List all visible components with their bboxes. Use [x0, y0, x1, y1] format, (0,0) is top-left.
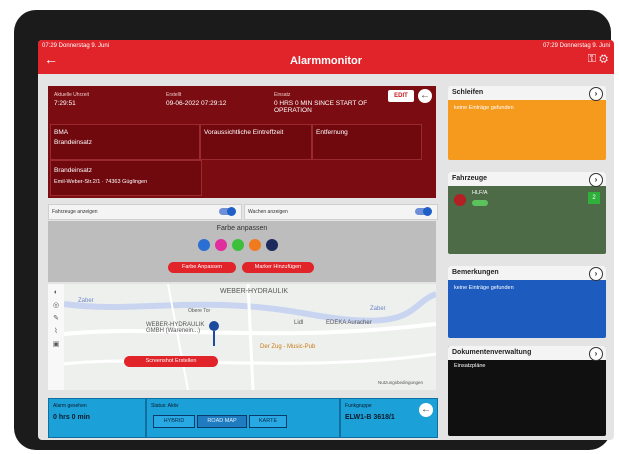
map-type-hybrid[interactable]: HYBRID [153, 415, 195, 428]
color-swatch-navy[interactable] [266, 239, 278, 251]
edit-button[interactable]: EDIT [388, 90, 414, 102]
back-circle-icon[interactable]: ← [419, 403, 433, 417]
toggle-vehicles-label: Fahrzeuge anzeigen [52, 209, 98, 215]
map-tool-icon[interactable]: ⌇ [48, 327, 64, 335]
app-screen: 07:29 Donnerstag 9. Juni 07:29 Donnersta… [38, 40, 614, 440]
remarks-title: Bemerkungen › [448, 266, 606, 281]
map-type-karte[interactable]: KARTE [249, 415, 287, 428]
add-marker-button[interactable]: Marker Hinzufügen [242, 262, 314, 273]
page-title: Alarmmonitor [289, 55, 363, 67]
radio-group-label: Funkgruppe [345, 403, 372, 409]
remarks-card: Bemerkungen › keine Einträge gefunden [448, 266, 606, 338]
map-label: Zaber [370, 306, 386, 312]
map-type-roadmap[interactable]: ROAD MAP [197, 415, 247, 428]
chevron-right-icon[interactable]: › [589, 87, 603, 101]
radio-group-value: ELW1-B 3618/1 [345, 414, 395, 421]
documents-title: Dokumentenverwaltung › [448, 346, 606, 361]
apply-color-button[interactable]: Farbe Anpassen [168, 262, 236, 273]
documents-subtitle: Einsatzpläne [454, 363, 486, 369]
alarm-seen-box: Alarm gesehen 0 hrs 0 min [48, 398, 146, 438]
vehicle-name: HLF/A [472, 190, 488, 196]
status-bar-time-right: 07:29 Donnerstag 9. Juni [542, 43, 610, 49]
vehicles-card: Fahrzeuge › HLF/A 2 [448, 172, 606, 254]
documents-card: Dokumentenverwaltung › Einsatzpläne [448, 346, 606, 436]
map-tools: ◐ ◎ ✎ ⌇ ▣ [48, 284, 64, 390]
distance-label: Entfernung [316, 129, 348, 136]
map-roads [63, 284, 436, 390]
current-time: 7:29:51 [54, 100, 76, 107]
current-time-label: Aktuelle Uhrzeit [54, 92, 90, 98]
created-value: 09-06-2022 07:29:12 [166, 100, 227, 107]
distance-cell: Entfernung [312, 124, 422, 160]
eta-cell: Voraussichtliche Eintreffzeit [200, 124, 312, 160]
screenshot-button[interactable]: Screenshot Erstellen [124, 356, 218, 367]
fire-truck-icon [454, 194, 466, 206]
map-tool-icon[interactable]: ▣ [48, 340, 64, 348]
vehicle-status-pill [472, 200, 488, 206]
map-label: Lidl [294, 320, 304, 326]
color-title: Farbe anpassen [216, 225, 268, 232]
app-header: 07:29 Donnerstag 9. Juni 07:29 Donnersta… [38, 40, 614, 74]
map-tool-icon[interactable]: ◎ [48, 301, 64, 309]
color-swatch-orange[interactable] [249, 239, 261, 251]
bma-value: Brandeinsatz [54, 139, 92, 146]
map-label: Obere Tor [188, 308, 211, 314]
status-label: Status: Aktiv [151, 403, 179, 409]
map-label: WEBER-HYDRAULIK [220, 288, 289, 295]
map-view[interactable]: ◐ ◎ ✎ ⌇ ▣ WEBER-HYDRAULIK Zaber Zaber WE… [48, 284, 436, 390]
toggle-stations-label: Wachen anzeigen [248, 209, 288, 215]
alarm-seen-label: Alarm gesehen [53, 403, 87, 409]
map-terms-link[interactable]: Nutzungsbedingungen [378, 380, 423, 385]
tablet-frame: 07:29 Donnerstag 9. Juni 07:29 Donnersta… [14, 10, 614, 450]
bma-cell: BMA Brandeinsatz [50, 124, 200, 160]
alarm-seen-value: 0 hrs 0 min [53, 414, 90, 421]
bma-label: BMA [54, 129, 69, 136]
loops-empty: keine Einträge gefunden [454, 105, 514, 111]
stations-switch[interactable] [415, 207, 432, 216]
loops-title: Schleifen › [448, 86, 606, 101]
deployment-value: 0 HRS 0 MIN SINCE START OF OPERATION [274, 100, 368, 114]
radio-group-box: Funkgruppe ELW1-B 3618/1 ← [340, 398, 438, 438]
loops-card: Schleifen › keine Einträge gefunden [448, 86, 606, 160]
map-label: Der Zug - Music-Pub [260, 344, 316, 350]
color-swatch-pink[interactable] [215, 239, 227, 251]
vehicles-switch[interactable] [219, 207, 236, 216]
map-label: Zaber [78, 298, 94, 304]
address: Emil-Weber-Str.2/1 · 74363 Güglingen [54, 179, 148, 185]
map-tool-icon[interactable]: ◐ [48, 289, 64, 296]
map-tool-icon[interactable]: ✎ [48, 314, 64, 322]
chevron-right-icon[interactable]: › [589, 347, 603, 361]
status-box: Status: Aktiv HYBRID ROAD MAP KARTE [146, 398, 340, 438]
chevron-right-icon[interactable]: › [589, 173, 603, 187]
toggle-stations: Wachen anzeigen [244, 204, 438, 220]
vehicle-count-badge: 2 [588, 192, 600, 204]
color-swatch-green[interactable] [232, 239, 244, 251]
map-label: WEBER-HYDRAULIK GMBH (Warenein...) [146, 322, 205, 334]
chevron-right-icon[interactable]: › [589, 267, 603, 281]
key-icon[interactable]: ⚿ [588, 53, 596, 65]
color-panel: Farbe anpassen Farbe Anpassen Marker Hin… [48, 221, 436, 282]
map-label: EDEKA Auracher [326, 320, 372, 326]
type-label: Brandeinsatz [54, 167, 92, 174]
color-swatch-blue[interactable] [198, 239, 210, 251]
toggle-vehicles: Fahrzeuge anzeigen [48, 204, 242, 220]
eta-label: Voraussichtliche Eintreffzeit [204, 129, 284, 136]
deployment-label: Einsatz [274, 92, 291, 98]
address-cell: Brandeinsatz Emil-Weber-Str.2/1 · 74363 … [50, 160, 202, 196]
remarks-empty: keine Einträge gefunden [454, 285, 514, 291]
vehicles-title: Fahrzeuge › [448, 172, 606, 187]
header-actions: ⚿ ⚙ [588, 53, 608, 66]
back-circle-icon[interactable]: ← [418, 89, 432, 103]
gear-icon[interactable]: ⚙ [599, 53, 608, 65]
operation-info-panel: Aktuelle Uhrzeit 7:29:51 Erstellt 09-06-… [48, 86, 436, 198]
status-bar-time: 07:29 Donnerstag 9. Juni [42, 43, 110, 49]
created-label: Erstellt [166, 92, 182, 98]
